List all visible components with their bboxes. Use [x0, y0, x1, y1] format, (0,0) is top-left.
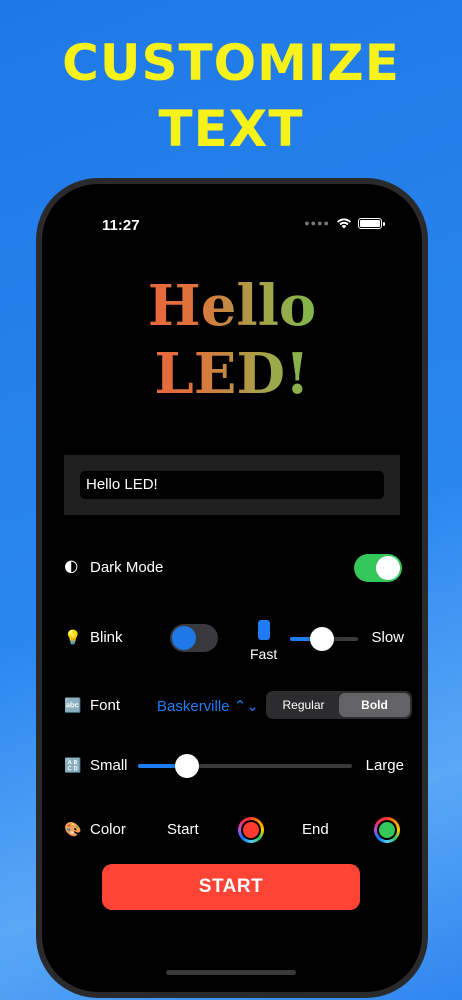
- signal-dots-icon: ●●●●: [304, 218, 330, 228]
- font-row: 🔤 Font Baskerville ⌃⌄ Regular Bold: [64, 688, 412, 724]
- font-label: Font: [90, 697, 121, 714]
- text-input-card: [64, 455, 400, 515]
- blink-fast-label: Fast: [250, 646, 278, 662]
- preview-line-1: Hello: [147, 273, 317, 339]
- dark-mode-toggle[interactable]: [354, 554, 402, 582]
- blink-slow-label: Slow: [371, 629, 404, 646]
- font-style-segmented-control: Regular Bold: [266, 691, 412, 719]
- blink-toggle[interactable]: [170, 624, 218, 652]
- color-start-label: Start: [167, 821, 199, 838]
- font-style-bold[interactable]: Bold: [339, 693, 410, 717]
- font-style-regular[interactable]: Regular: [268, 693, 339, 717]
- font-family-picker[interactable]: Baskerville ⌃⌄: [157, 697, 259, 715]
- uppercase-letters-icon: 🔠: [64, 757, 82, 773]
- promo-headline-line1: CUSTOMIZE: [62, 34, 400, 92]
- phone-frame: 11:27 ●●●● Hello LED! 🌓 Dark Mode 💡: [36, 178, 428, 998]
- blink-speed-slider[interactable]: [290, 627, 358, 651]
- dark-mode-row: 🌓 Dark Mode: [64, 550, 404, 586]
- size-slider[interactable]: [138, 754, 352, 778]
- blink-label: Blink: [90, 629, 123, 646]
- status-time: 11:27: [102, 217, 140, 234]
- start-button[interactable]: START: [102, 864, 360, 910]
- led-text-input[interactable]: [80, 471, 384, 499]
- color-label: Color: [90, 821, 126, 838]
- color-end-label: End: [302, 821, 329, 838]
- battery-icon: [358, 217, 385, 229]
- led-preview: Hello LED!: [42, 272, 422, 409]
- size-large-label: Large: [365, 757, 404, 774]
- app-screen: 11:27 ●●●● Hello LED! 🌓 Dark Mode 💡: [42, 184, 422, 992]
- blink-row: 💡 Blink Fast Slow: [64, 620, 404, 668]
- palette-icon: 🎨: [64, 821, 82, 837]
- abc-icon: 🔤: [64, 697, 82, 713]
- color-row: 🎨 Color Start End: [64, 812, 404, 848]
- wifi-icon: [337, 218, 351, 229]
- size-small-label: Small: [90, 757, 128, 774]
- lightbulb-icon: 💡: [64, 629, 82, 645]
- blink-speed-thumb[interactable]: [309, 627, 334, 651]
- home-indicator: [166, 970, 296, 975]
- start-color-picker[interactable]: [238, 817, 264, 843]
- dark-mode-label: Dark Mode: [90, 559, 164, 576]
- status-icons: ●●●●: [304, 217, 385, 229]
- size-row: 🔠 Small Large: [64, 748, 404, 784]
- end-color-picker[interactable]: [374, 817, 400, 843]
- preview-line-2: LED!: [154, 341, 310, 408]
- promo-headline-line2: TEXT: [158, 100, 304, 158]
- moon-icon: 🌓: [64, 559, 79, 575]
- end-color-swatch: [379, 822, 395, 838]
- size-thumb[interactable]: [175, 754, 200, 778]
- blink-speed-icon: [258, 620, 270, 640]
- start-color-swatch: [243, 822, 259, 838]
